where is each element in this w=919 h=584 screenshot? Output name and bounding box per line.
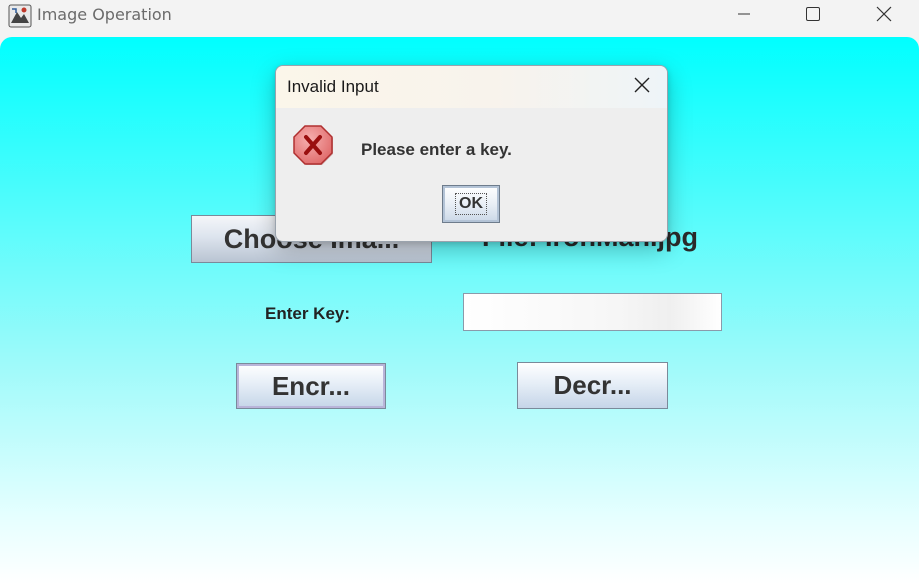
dialog-titlebar[interactable]: Invalid Input — [276, 66, 667, 108]
maximize-icon — [805, 6, 821, 26]
invalid-input-dialog: Invalid Input Please enter a key. OK — [275, 65, 668, 242]
dialog-message: Please enter a key. — [361, 140, 512, 159]
window-title: Image Operation — [37, 5, 172, 24]
app-icon — [8, 4, 32, 28]
minimize-button[interactable] — [721, 0, 767, 32]
error-icon — [292, 124, 334, 166]
encrypt-button[interactable]: Encr... — [236, 363, 386, 409]
close-icon — [875, 5, 893, 27]
decrypt-button[interactable]: Decr... — [517, 362, 668, 409]
window-titlebar[interactable]: Image Operation — [0, 0, 919, 32]
close-icon — [633, 76, 651, 98]
main-window: Image Operation Choose Ima... File: Iron… — [0, 0, 919, 584]
close-window-button[interactable] — [861, 0, 907, 32]
dialog-title: Invalid Input — [287, 77, 379, 96]
ok-button[interactable]: OK — [442, 185, 500, 223]
maximize-button[interactable] — [790, 0, 836, 32]
enter-key-label: Enter Key: — [265, 304, 351, 323]
key-input[interactable] — [463, 293, 722, 331]
minimize-icon — [736, 6, 752, 26]
dialog-close-button[interactable] — [626, 72, 658, 102]
ok-button-label: OK — [455, 193, 487, 215]
